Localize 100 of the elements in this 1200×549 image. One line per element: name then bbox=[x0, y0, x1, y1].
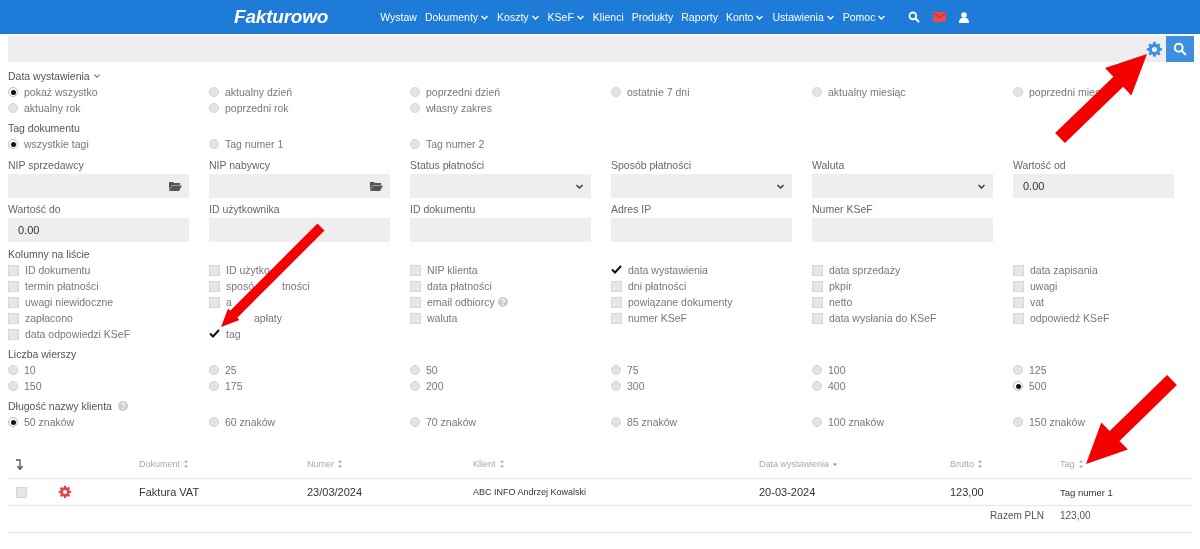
input-field[interactable]: 0.00 bbox=[1013, 174, 1174, 198]
checkbox[interactable] bbox=[812, 280, 823, 292]
input-field[interactable] bbox=[209, 218, 390, 242]
checkbox[interactable] bbox=[1013, 264, 1024, 276]
envelope-icon[interactable] bbox=[933, 12, 947, 22]
radio-button[interactable] bbox=[410, 365, 420, 375]
select-field[interactable] bbox=[611, 174, 792, 198]
sort-icon[interactable] bbox=[183, 459, 190, 469]
checkbox[interactable] bbox=[8, 296, 19, 308]
checkbox[interactable] bbox=[611, 264, 622, 276]
select-field[interactable] bbox=[410, 174, 591, 198]
radio-button[interactable] bbox=[8, 103, 18, 113]
option-label: email odbiorcy bbox=[427, 296, 495, 308]
radio-button[interactable] bbox=[611, 381, 621, 391]
checkbox[interactable] bbox=[611, 296, 622, 308]
radio-button[interactable] bbox=[1013, 381, 1023, 391]
radio-button[interactable] bbox=[410, 139, 420, 149]
radio-button[interactable] bbox=[209, 365, 219, 375]
radio-button[interactable] bbox=[410, 87, 420, 97]
settings-icon[interactable] bbox=[58, 485, 72, 499]
checkbox[interactable] bbox=[812, 296, 823, 308]
help-icon[interactable] bbox=[497, 297, 508, 307]
radio-button[interactable] bbox=[8, 87, 18, 97]
radio-button[interactable] bbox=[410, 103, 420, 113]
checkbox[interactable] bbox=[209, 328, 220, 340]
search-button[interactable] bbox=[1166, 36, 1194, 62]
column-header[interactable]: Brutto bbox=[950, 459, 983, 469]
sort-icon[interactable] bbox=[498, 459, 505, 469]
radio-button[interactable] bbox=[1013, 87, 1023, 97]
logo[interactable]: Fakturowo bbox=[234, 6, 329, 28]
column-header[interactable]: Klient bbox=[473, 459, 505, 469]
sort-icon[interactable] bbox=[337, 459, 343, 469]
nav-menu-item[interactable]: Konto bbox=[725, 11, 765, 23]
settings-icon[interactable] bbox=[1146, 40, 1163, 58]
checkbox[interactable] bbox=[611, 280, 622, 292]
nav-menu-item[interactable]: Ustawienia bbox=[772, 11, 835, 23]
checkbox[interactable] bbox=[209, 264, 220, 276]
checkbox[interactable] bbox=[410, 312, 421, 324]
radio-button[interactable] bbox=[209, 139, 219, 149]
radio-button[interactable] bbox=[812, 365, 822, 375]
nav-menu-item[interactable]: Koszty bbox=[497, 11, 540, 23]
nav-menu-item[interactable]: Raporty bbox=[681, 11, 718, 23]
radio-button[interactable] bbox=[1013, 365, 1023, 375]
radio-button[interactable] bbox=[812, 381, 822, 391]
checkbox[interactable] bbox=[209, 296, 220, 308]
sort-icon[interactable] bbox=[977, 459, 983, 469]
radio-button[interactable] bbox=[209, 417, 219, 427]
radio-button[interactable] bbox=[8, 417, 18, 427]
checkbox[interactable] bbox=[1013, 280, 1024, 292]
sort-icon[interactable] bbox=[1077, 459, 1084, 469]
radio-button[interactable] bbox=[611, 365, 621, 375]
checkbox[interactable] bbox=[8, 264, 19, 276]
column-header[interactable]: Data wystawienia bbox=[759, 459, 839, 469]
nav-menu-item[interactable]: Wystaw bbox=[380, 11, 417, 23]
radio-button[interactable] bbox=[611, 87, 621, 97]
radio-button[interactable] bbox=[611, 417, 621, 427]
user-icon[interactable] bbox=[959, 11, 970, 23]
radio-button[interactable] bbox=[8, 139, 18, 149]
option-label: pkpir bbox=[829, 280, 852, 292]
nav-menu-item[interactable]: Pomoc bbox=[842, 11, 887, 23]
checkbox[interactable] bbox=[8, 328, 19, 340]
input-field[interactable] bbox=[209, 174, 390, 198]
caret-icon[interactable] bbox=[92, 73, 101, 79]
help-icon[interactable] bbox=[117, 401, 128, 411]
sort-down-icon[interactable] bbox=[16, 458, 24, 470]
checkbox[interactable] bbox=[8, 280, 19, 292]
radio-button[interactable] bbox=[1013, 417, 1023, 427]
folder-icon[interactable] bbox=[370, 181, 383, 191]
folder-icon[interactable] bbox=[169, 181, 182, 191]
radio-button[interactable] bbox=[209, 381, 219, 391]
checkbox[interactable] bbox=[410, 280, 421, 292]
nav-menu-item[interactable]: KSeF bbox=[547, 11, 585, 23]
checkbox[interactable] bbox=[812, 264, 823, 276]
input-field[interactable]: 0.00 bbox=[8, 218, 189, 242]
column-header[interactable]: Tag bbox=[1060, 459, 1084, 469]
column-header[interactable]: Numer bbox=[307, 459, 343, 469]
column-header[interactable]: Dokument bbox=[139, 459, 190, 469]
checkbox[interactable] bbox=[209, 280, 220, 292]
checkbox[interactable] bbox=[16, 486, 27, 498]
radio-button[interactable] bbox=[812, 417, 822, 427]
nav-menu-item[interactable]: Klienci bbox=[592, 11, 624, 23]
nav-menu-item[interactable]: Dokumenty bbox=[424, 11, 490, 23]
radio-button[interactable] bbox=[8, 365, 18, 375]
checkbox[interactable] bbox=[8, 312, 19, 324]
checkbox[interactable] bbox=[611, 312, 622, 324]
radio-button[interactable] bbox=[8, 381, 18, 391]
checkbox[interactable] bbox=[410, 264, 421, 276]
checkbox[interactable] bbox=[812, 312, 823, 324]
checkbox[interactable] bbox=[1013, 296, 1024, 308]
radio-button[interactable] bbox=[209, 103, 219, 113]
radio-button[interactable] bbox=[410, 381, 420, 391]
nav-menu-item[interactable]: Produkty bbox=[631, 11, 674, 23]
search-icon[interactable] bbox=[908, 11, 921, 23]
select-field[interactable] bbox=[812, 174, 993, 198]
radio-button[interactable] bbox=[410, 417, 420, 427]
checkbox[interactable] bbox=[1013, 312, 1024, 324]
input-field[interactable] bbox=[8, 174, 189, 198]
checkbox[interactable] bbox=[410, 296, 421, 308]
radio-button[interactable] bbox=[209, 87, 219, 97]
radio-button[interactable] bbox=[812, 87, 822, 97]
